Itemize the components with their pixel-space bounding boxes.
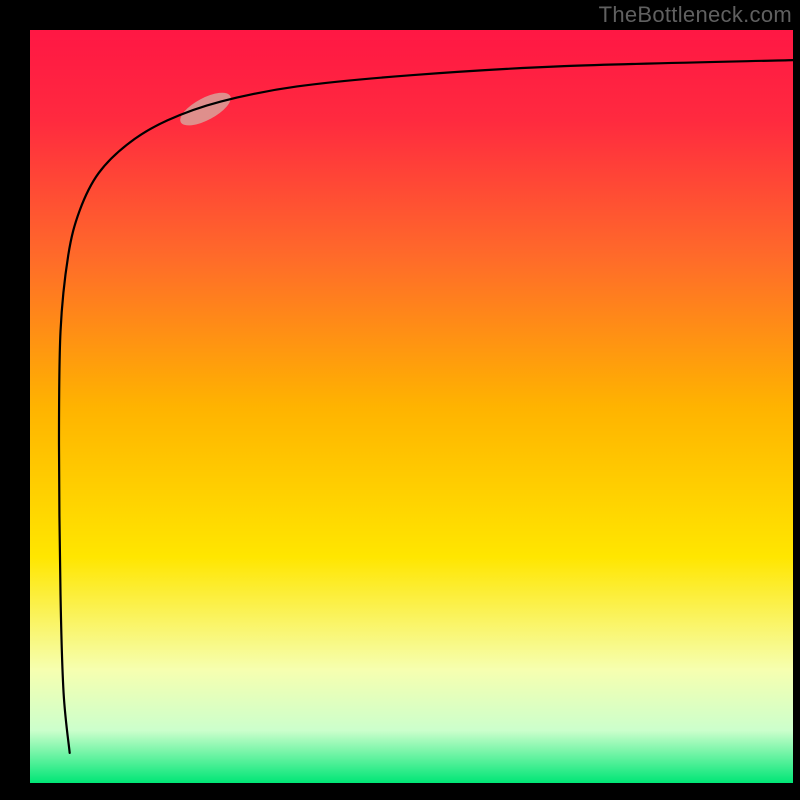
chart-container: TheBottleneck.com: [0, 0, 800, 800]
bottleneck-chart: [0, 0, 800, 800]
plot-area: [30, 30, 793, 783]
watermark-text: TheBottleneck.com: [599, 2, 792, 28]
